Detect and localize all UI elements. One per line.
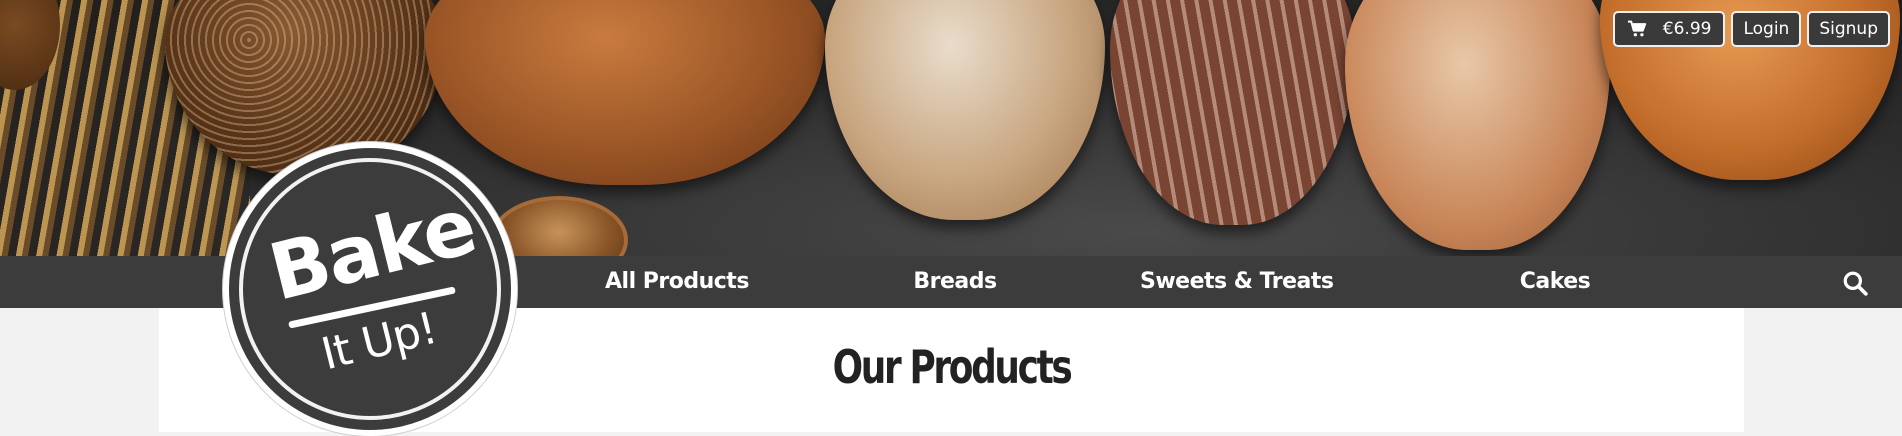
- white-loaf-image: [825, 0, 1105, 220]
- nav-sweets-treats[interactable]: Sweets & Treats: [1140, 256, 1334, 308]
- logo[interactable]: Bake It Up!: [223, 142, 517, 436]
- search-icon[interactable]: [1842, 270, 1868, 296]
- signup-button[interactable]: Signup: [1807, 11, 1890, 47]
- round-loaf-image: [425, 0, 825, 185]
- nav-all-products[interactable]: All Products: [605, 256, 749, 308]
- cart-icon: [1627, 20, 1646, 37]
- cart-button[interactable]: €6.99: [1612, 11, 1726, 47]
- bloomer-loaf-image: [1345, 0, 1610, 250]
- rye-loaf-image: [1110, 0, 1355, 225]
- account-actions: €6.99 Login Signup: [1612, 11, 1890, 47]
- nav-breads[interactable]: Breads: [905, 256, 1005, 308]
- nav-cakes[interactable]: Cakes: [1500, 256, 1610, 308]
- login-button[interactable]: Login: [1731, 11, 1802, 47]
- cart-total: €6.99: [1662, 19, 1712, 39]
- page-title: Our Products: [832, 340, 1073, 394]
